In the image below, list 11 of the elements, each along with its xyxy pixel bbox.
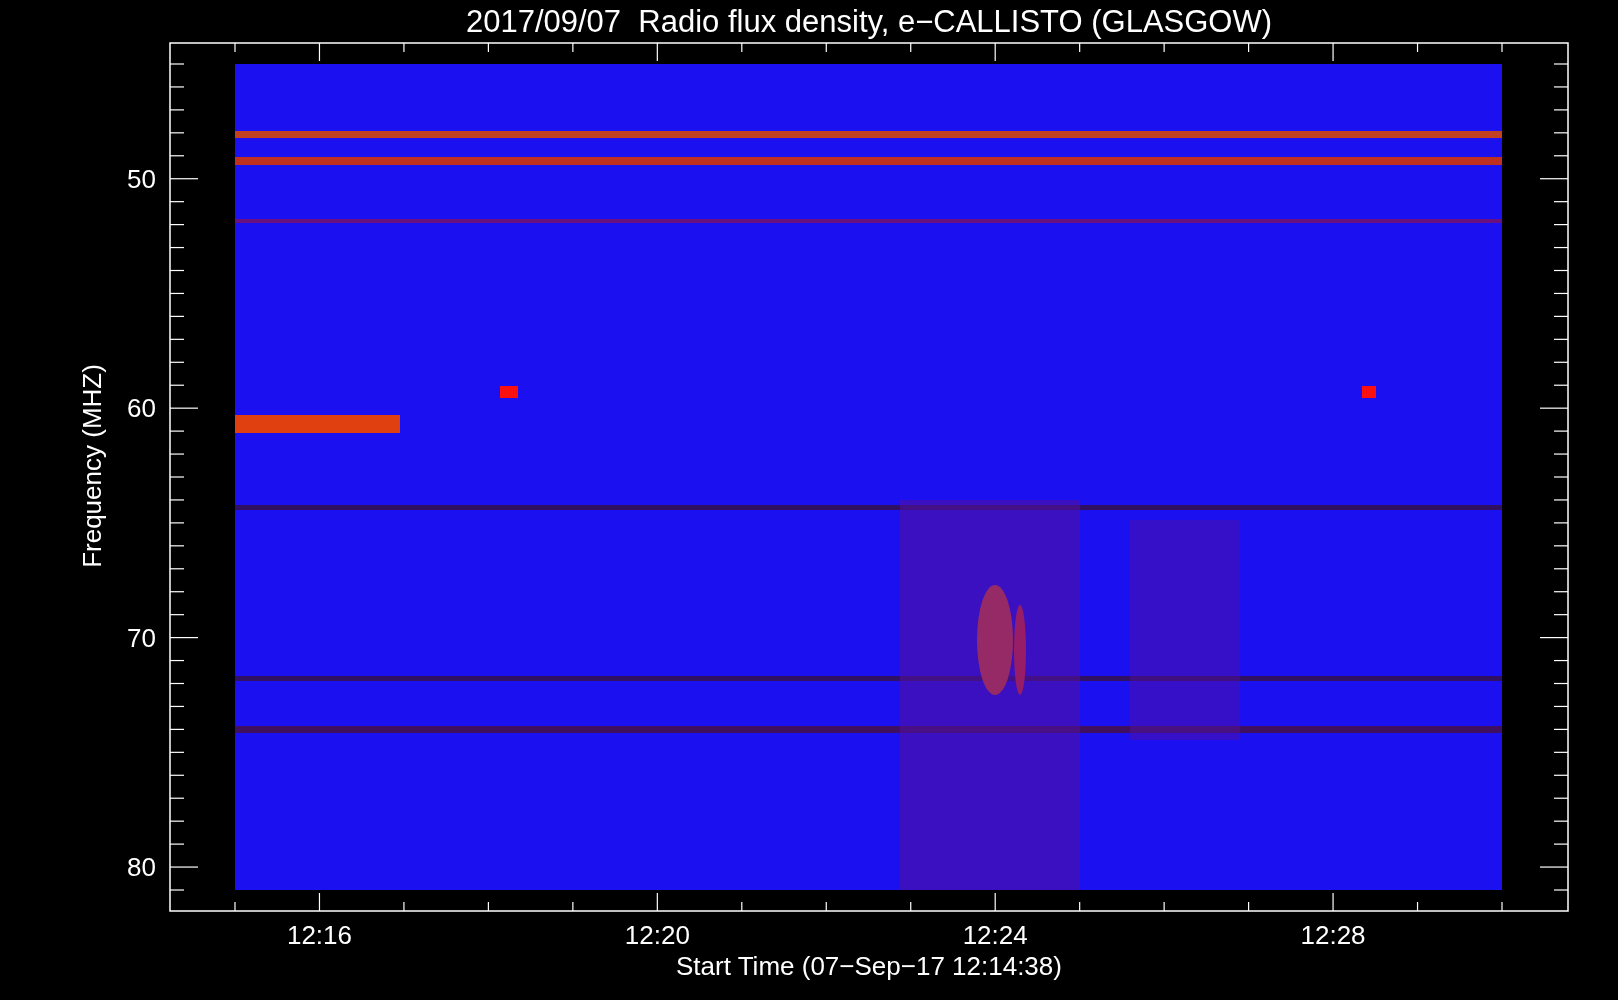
chart-title: 2017/09/07 Radio flux density, e−CALLISTO (GLASGOW): [465, 4, 1273, 39]
x-tick-label: 12:20: [624, 920, 690, 950]
y-tick-label: 50: [127, 163, 156, 194]
x-axis-label: Start Time (07−Sep−17 12:14:38): [676, 951, 1062, 981]
x-tick-label: 12:28: [1300, 920, 1366, 950]
y-tick-label: 60: [127, 393, 156, 424]
x-tick-label: 12:24: [962, 920, 1028, 950]
y-axis-label: Frequency (MHZ): [77, 364, 107, 568]
y-tick-label: 80: [127, 852, 156, 883]
y-tick-label: 70: [127, 622, 156, 653]
x-tick-label: 12:16: [286, 920, 352, 950]
